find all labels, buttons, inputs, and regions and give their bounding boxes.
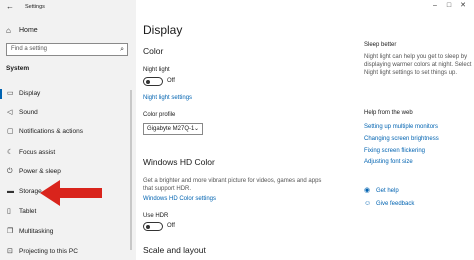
sidebar-item-label: Multitasking (19, 228, 54, 235)
page-title: Display (143, 23, 183, 37)
night-light-toggle[interactable] (143, 77, 163, 86)
red-arrow-annotation (40, 180, 102, 206)
main-content: – □ ✕ Display Color Night light Off Night … (136, 0, 474, 260)
color-profile-value: Gigabyte M27Q-1 (147, 126, 195, 132)
color-heading: Color (143, 46, 164, 56)
sidebar-item-label: Display (19, 90, 41, 97)
night-light-label: Night light (143, 67, 170, 73)
sidebar: ← Settings ⌂ Home Find a setting ⌕ Syste… (0, 0, 136, 260)
sidebar-item-label: Focus assist (19, 149, 56, 156)
sidebar-item-display[interactable]: ▭ Display (0, 85, 136, 103)
sidebar-item-power[interactable]: ⏻ Power & sleep (0, 163, 136, 181)
sidebar-item-focus-assist[interactable]: ☾ Focus assist (0, 144, 136, 162)
home-icon: ⌂ (6, 26, 11, 35)
home-link[interactable]: ⌂ Home (6, 25, 126, 36)
window-controls: – □ ✕ (428, 1, 470, 9)
hd-color-settings-link[interactable]: Windows HD Color settings (143, 196, 216, 202)
power-icon: ⏻ (7, 168, 13, 175)
sleep-better-heading: Sleep better (364, 42, 397, 48)
chat-help-icon: ◉ (364, 187, 371, 194)
color-profile-select[interactable]: Gigabyte M27Q-1 ⌄ (143, 123, 203, 135)
sidebar-item-label: Tablet (19, 208, 37, 215)
speaker-icon: ◁ (7, 109, 13, 116)
drive-icon: ▬ (7, 188, 14, 195)
sidebar-item-sound[interactable]: ◁ Sound (0, 104, 136, 122)
home-label: Home (19, 27, 38, 34)
chevron-down-icon: ⌄ (193, 126, 199, 132)
window-title: Settings (25, 4, 45, 10)
monitor-icon: ▭ (7, 90, 14, 97)
sidebar-item-notifications[interactable]: ▢ Notifications & actions (0, 123, 136, 141)
use-hdr-toggle[interactable] (143, 222, 163, 231)
feedback-icon: ☺ (364, 200, 372, 207)
sidebar-item-label: Power & sleep (19, 168, 61, 175)
give-feedback-label: Give feedback (376, 201, 415, 207)
search-icon: ⌕ (120, 46, 124, 53)
use-hdr-label: Use HDR (143, 213, 169, 219)
multitask-icon: ❐ (7, 228, 14, 235)
help-link[interactable]: Fixing screen flickering (364, 148, 425, 154)
sleep-better-text: Night light can help you get to sleep by… (364, 54, 472, 76)
message-icon: ▢ (7, 128, 14, 135)
help-heading: Help from the web (364, 110, 413, 116)
sidebar-item-label: Sound (19, 109, 38, 116)
maximize-icon[interactable]: □ (442, 2, 456, 9)
hd-color-heading: Windows HD Color (143, 157, 215, 167)
project-icon: ⊡ (7, 248, 13, 255)
minimize-icon[interactable]: – (428, 2, 442, 9)
sidebar-item-label: Storage (19, 188, 42, 195)
night-light-state: Off (167, 78, 175, 84)
sidebar-item-label: Notifications & actions (19, 128, 83, 135)
use-hdr-state: Off (167, 223, 175, 229)
scale-layout-heading: Scale and layout (143, 245, 206, 255)
moon-icon: ☾ (7, 149, 14, 156)
color-profile-label: Color profile (143, 112, 176, 118)
help-link[interactable]: Changing screen brightness (364, 136, 439, 142)
sidebar-item-label: Projecting to this PC (19, 248, 78, 255)
search-placeholder: Find a setting (11, 46, 48, 52)
give-feedback-link[interactable]: ☺ Give feedback (364, 200, 414, 207)
sidebar-section-title: System (6, 65, 30, 72)
help-link[interactable]: Setting up multiple monitors (364, 124, 438, 130)
close-icon[interactable]: ✕ (456, 1, 470, 9)
hd-color-description: Get a brighter and more vibrant picture … (143, 178, 322, 192)
night-light-settings-link[interactable]: Night light settings (143, 95, 192, 101)
help-link[interactable]: Adjusting font size (364, 159, 413, 165)
get-help-label: Get help (376, 188, 399, 194)
tablet-icon: ▯ (7, 208, 11, 215)
sidebar-item-multitasking[interactable]: ❐ Multitasking (0, 223, 136, 241)
get-help-link[interactable]: ◉ Get help (364, 186, 399, 194)
sidebar-item-projecting[interactable]: ⊡ Projecting to this PC (0, 243, 136, 260)
sidebar-scrollbar[interactable] (130, 90, 132, 250)
search-input[interactable]: Find a setting ⌕ (6, 43, 128, 56)
